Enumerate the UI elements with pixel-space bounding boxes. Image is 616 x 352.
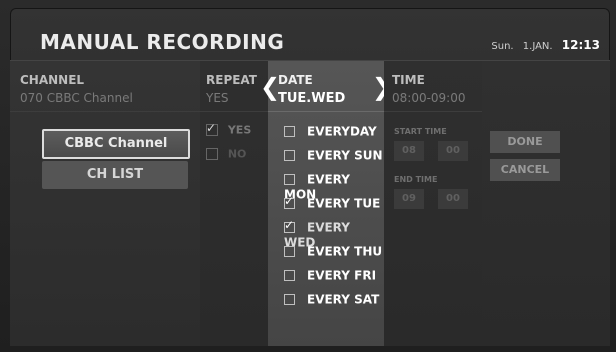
date-column: ❮ ❯ DATE TUE.WED EVERYDAY EVERY SUN EVER… — [260, 61, 392, 346]
column-separator — [10, 111, 200, 112]
done-button[interactable]: DONE — [490, 131, 560, 153]
repeat-no-option[interactable]: NO — [206, 147, 246, 161]
time-column: TIME 08:00-09:00 START TIME 08 00 END TI… — [384, 61, 482, 346]
column-separator — [200, 111, 268, 112]
clock-day: Sun. — [491, 41, 514, 52]
end-minute-field[interactable]: 00 — [438, 189, 468, 209]
date-option-every-fri[interactable]: EVERY FRI — [284, 268, 376, 283]
clock-time: 12:13 — [561, 38, 600, 52]
repeat-option-label: YES — [227, 123, 252, 137]
date-option-every-sat[interactable]: EVERY SAT — [284, 292, 379, 307]
channel-heading: CHANNEL — [20, 73, 85, 87]
checkbox-icon — [206, 121, 218, 136]
date-option-label: EVERY FRI — [307, 268, 377, 283]
channel-list-button[interactable]: CH LIST — [42, 161, 188, 189]
date-option-label: EVERYDAY — [307, 124, 377, 139]
end-time-label: END TIME — [394, 175, 438, 184]
time-heading: TIME — [392, 73, 425, 87]
date-option-label: EVERY SUN — [307, 148, 383, 163]
end-hour-field[interactable]: 09 — [394, 189, 424, 209]
start-hour-field[interactable]: 08 — [394, 141, 424, 161]
date-heading: DATE — [278, 73, 313, 87]
time-value: 08:00-09:00 — [392, 91, 466, 105]
channel-select-button[interactable]: CBBC Channel — [42, 129, 190, 159]
checkbox-icon — [284, 194, 295, 209]
cancel-button[interactable]: CANCEL — [490, 159, 560, 181]
date-option-everyday[interactable]: EVERYDAY — [284, 124, 377, 139]
date-option-label: EVERY SAT — [307, 292, 380, 307]
repeat-option-label: NO — [227, 147, 247, 161]
column-separator — [384, 111, 482, 112]
repeat-heading: REPEAT — [206, 73, 257, 87]
checkbox-icon — [284, 126, 295, 137]
date-option-label: EVERY TUE — [307, 196, 381, 211]
date-value: TUE.WED — [278, 91, 346, 106]
channel-value: 070 CBBC Channel — [20, 91, 133, 105]
checkbox-icon — [284, 150, 295, 161]
repeat-value: YES — [206, 91, 229, 105]
checkbox-icon — [284, 270, 295, 281]
checkbox-icon — [284, 174, 295, 185]
start-time-label: START TIME — [394, 127, 447, 136]
date-option-every-thu[interactable]: EVERY THU — [284, 244, 382, 259]
column-separator — [268, 111, 384, 112]
repeat-column: REPEAT YES YES NO — [200, 61, 268, 346]
clock: Sun. 1.JAN. 12:13 — [485, 38, 600, 52]
checkbox-icon — [284, 294, 295, 305]
manual-recording-screen: MANUAL RECORDING Sun. 1.JAN. 12:13 CHANN… — [0, 0, 616, 352]
checkbox-icon — [284, 218, 295, 233]
checkbox-icon — [284, 246, 295, 257]
date-option-every-tue[interactable]: EVERY TUE — [284, 194, 381, 211]
date-option-every-sun[interactable]: EVERY SUN — [284, 148, 383, 163]
actions-column: DONE CANCEL — [482, 61, 610, 346]
repeat-yes-option[interactable]: YES — [206, 121, 252, 137]
page-title: MANUAL RECORDING — [40, 30, 285, 54]
checkbox-icon — [206, 148, 218, 160]
clock-date: 1.JAN. — [522, 41, 553, 52]
date-option-label: EVERY THU — [307, 244, 383, 259]
channel-column: CHANNEL 070 CBBC Channel CBBC Channel CH… — [10, 61, 200, 346]
start-minute-field[interactable]: 00 — [438, 141, 468, 161]
